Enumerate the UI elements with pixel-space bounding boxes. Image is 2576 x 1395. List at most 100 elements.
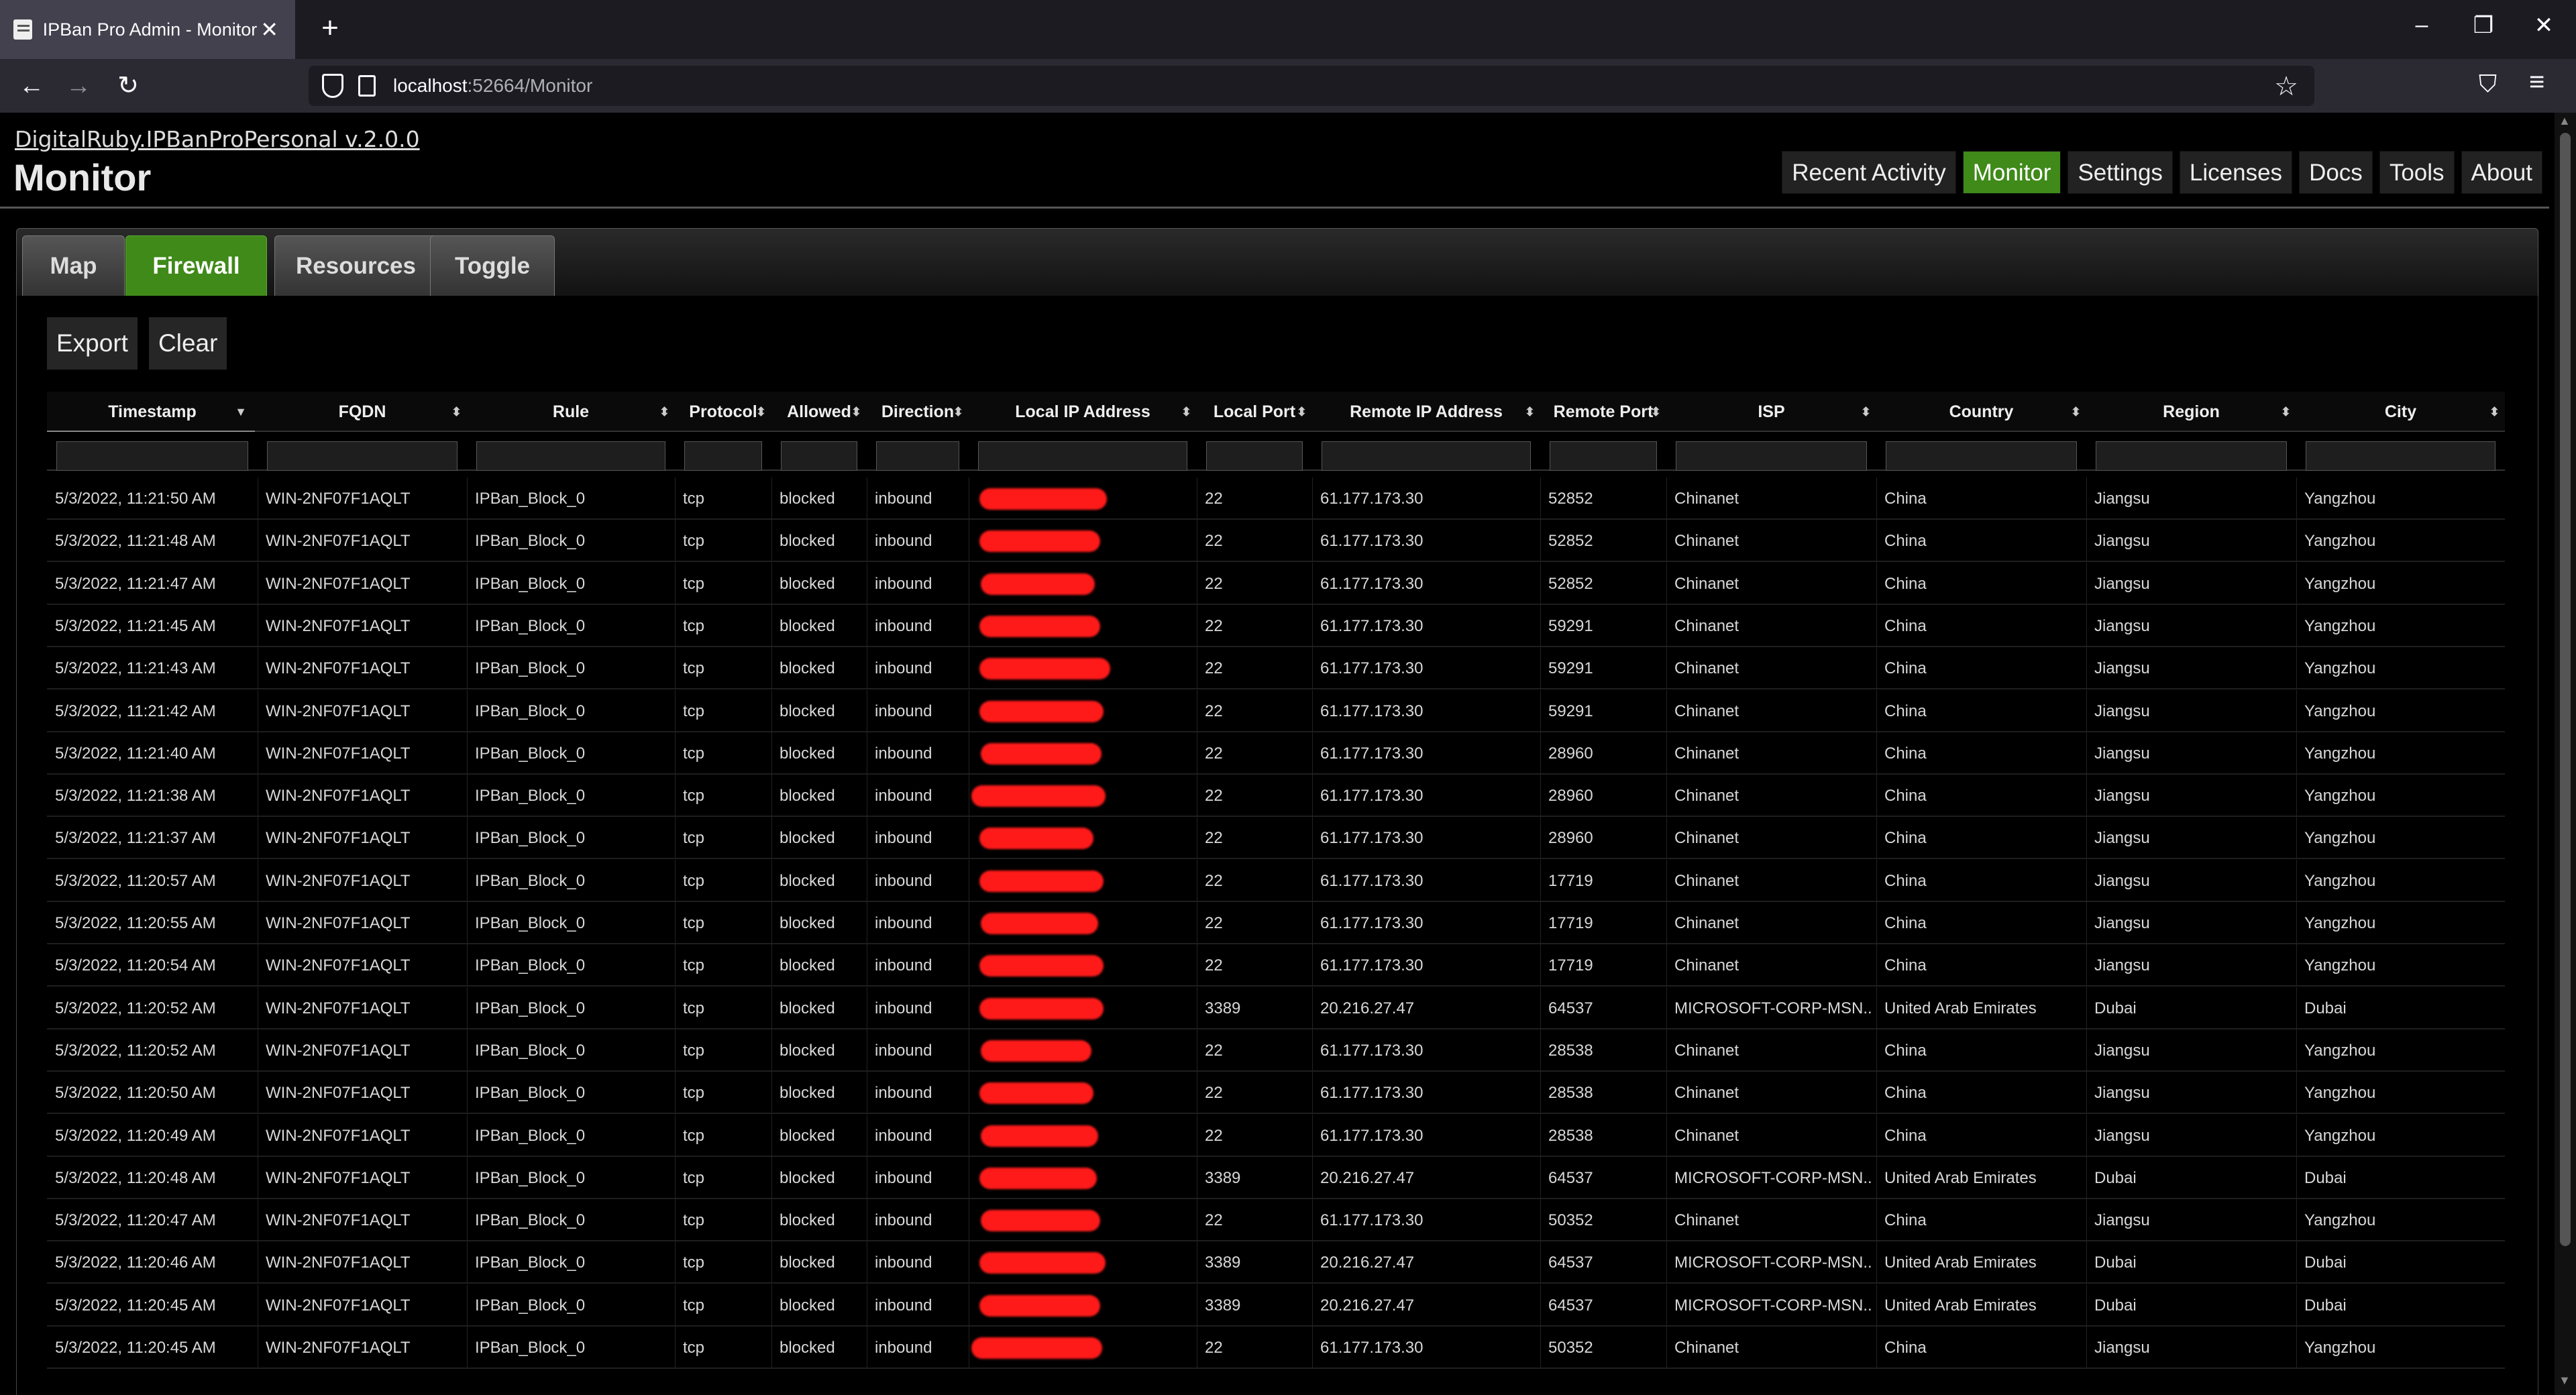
column-header-local-ip-address[interactable]: Local IP Address ⬍ [969, 392, 1197, 432]
sort-descending-icon[interactable]: ▼ [235, 392, 247, 432]
close-tab-icon[interactable]: ✕ [257, 17, 282, 42]
table-row[interactable]: 5/3/2022, 11:20:52 AM WIN-2NF07F1AQLT IPBa… [47, 987, 2505, 1029]
table-row[interactable]: 5/3/2022, 11:20:47 AM WIN-2NF07F1AQLT IPBa… [47, 1199, 2505, 1242]
table-row[interactable]: 5/3/2022, 11:21:40 AM WIN-2NF07F1AQLT IPBa… [47, 732, 2505, 775]
close-window-button[interactable]: ✕ [2524, 12, 2564, 39]
table-row[interactable]: 5/3/2022, 11:20:46 AM WIN-2NF07F1AQLT IPBa… [47, 1241, 2505, 1284]
sort-icon[interactable]: ⬍ [451, 392, 462, 432]
sort-icon[interactable]: ⬍ [659, 392, 669, 432]
table-row[interactable]: 5/3/2022, 11:20:45 AM WIN-2NF07F1AQLT IPBa… [47, 1284, 2505, 1327]
sort-icon[interactable]: ⬍ [851, 392, 861, 432]
new-tab-button[interactable]: + [314, 13, 346, 46]
tab-resources[interactable]: Resources [274, 235, 437, 297]
table-row[interactable]: 5/3/2022, 11:20:57 AM WIN-2NF07F1AQLT IPBa… [47, 859, 2505, 902]
column-header-fqdn[interactable]: FQDN ⬍ [258, 392, 467, 432]
tab-map[interactable]: Map [22, 235, 125, 297]
table-row[interactable]: 5/3/2022, 11:21:47 AM WIN-2NF07F1AQLT IPBa… [47, 562, 2505, 605]
nav-monitor[interactable]: Monitor [1962, 151, 2061, 194]
filter-input-timestamp[interactable] [56, 441, 248, 471]
nav-tools[interactable]: Tools [2379, 151, 2455, 194]
filter-input-isp[interactable] [1676, 441, 1867, 471]
tab-firewall[interactable]: Firewall [125, 235, 267, 297]
column-header-isp[interactable]: ISP ⬍ [1666, 392, 1876, 432]
nav-licenses[interactable]: Licenses [2179, 151, 2293, 194]
column-header-direction[interactable]: Direction ⬍ [867, 392, 969, 432]
page-info-icon[interactable] [358, 75, 376, 97]
menu-icon[interactable]: ≡ [2529, 67, 2544, 97]
table-row[interactable]: 5/3/2022, 11:20:48 AM WIN-2NF07F1AQLT IPBa… [47, 1156, 2505, 1199]
back-button[interactable]: ← [16, 71, 47, 102]
page-scrollbar[interactable]: ▲ ▼ [2555, 113, 2576, 1395]
forward-button[interactable]: → [63, 71, 94, 102]
browser-tab[interactable]: IPBan Pro Admin - Monitor ✕ [0, 0, 295, 59]
address-bar[interactable]: localhost:52664/Monitor ☆ [309, 66, 2314, 106]
url-text[interactable]: localhost:52664/Monitor [393, 75, 592, 97]
column-header-local-port[interactable]: Local Port ⬍ [1197, 392, 1312, 432]
sort-icon[interactable]: ⬍ [953, 392, 963, 432]
table-row[interactable]: 5/3/2022, 11:21:45 AM WIN-2NF07F1AQLT IPBa… [47, 604, 2505, 647]
table-row[interactable]: 5/3/2022, 11:20:52 AM WIN-2NF07F1AQLT IPBa… [47, 1029, 2505, 1072]
tracking-shield-icon[interactable] [322, 74, 343, 98]
filter-input-remote-port[interactable] [1550, 441, 1657, 471]
filter-input-remote-ip-address[interactable] [1322, 441, 1531, 471]
scrollbar-thumb[interactable] [2560, 133, 2571, 1246]
table-row[interactable]: 5/3/2022, 11:20:49 AM WIN-2NF07F1AQLT IPBa… [47, 1114, 2505, 1157]
table-row[interactable]: 5/3/2022, 11:20:54 AM WIN-2NF07F1AQLT IPBa… [47, 944, 2505, 987]
table-row[interactable]: 5/3/2022, 11:20:45 AM WIN-2NF07F1AQLT IPBa… [47, 1327, 2505, 1369]
sort-icon[interactable]: ⬍ [2489, 392, 2500, 432]
nav-docs[interactable]: Docs [2299, 151, 2373, 194]
sort-icon[interactable]: ⬍ [1861, 392, 1871, 432]
table-row[interactable]: 5/3/2022, 11:21:43 AM WIN-2NF07F1AQLT IPBa… [47, 647, 2505, 690]
filter-input-local-port[interactable] [1206, 441, 1303, 471]
filter-input-fqdn[interactable] [267, 441, 458, 471]
column-header-region[interactable]: Region ⬍ [2086, 392, 2296, 432]
app-version-link[interactable]: DigitalRuby.IPBanProPersonal v.2.0.0 [15, 126, 420, 152]
column-header-protocol[interactable]: Protocol ⬍ [675, 392, 771, 432]
column-header-timestamp[interactable]: Timestamp ▼ [47, 392, 258, 432]
clear-button[interactable]: Clear [149, 317, 227, 370]
filter-input-protocol[interactable] [684, 441, 762, 471]
column-divider [1876, 732, 1877, 775]
table-row[interactable]: 5/3/2022, 11:21:38 AM WIN-2NF07F1AQLT IPBa… [47, 775, 2505, 818]
sort-icon[interactable]: ⬍ [1525, 392, 1535, 432]
minimize-window-button[interactable]: – [2402, 12, 2442, 38]
tab-toggle[interactable]: Toggle [430, 235, 555, 297]
column-header-allowed[interactable]: Allowed ⬍ [771, 392, 867, 432]
nav-recent-activity[interactable]: Recent Activity [1782, 151, 1956, 194]
filter-input-country[interactable] [1886, 441, 2077, 471]
nav-settings[interactable]: Settings [2068, 151, 2173, 194]
column-header-rule[interactable]: Rule ⬍ [467, 392, 675, 432]
nav-about[interactable]: About [2461, 151, 2542, 194]
filter-input-region[interactable] [2096, 441, 2287, 471]
cell-city: Yangzhou [2304, 574, 2376, 593]
table-row[interactable]: 5/3/2022, 11:21:37 AM WIN-2NF07F1AQLT IPBa… [47, 817, 2505, 860]
column-header-city[interactable]: City ⬍ [2296, 392, 2505, 432]
filter-input-direction[interactable] [876, 441, 959, 471]
sort-icon[interactable]: ⬍ [1181, 392, 1191, 432]
column-header-remote-ip-address[interactable]: Remote IP Address ⬍ [1312, 392, 1540, 432]
column-divider [2296, 1156, 2297, 1199]
pocket-icon[interactable]: ⛉ [2479, 70, 2497, 99]
scroll-up-arrow-icon[interactable]: ▲ [2559, 114, 2571, 128]
column-header-remote-port[interactable]: Remote Port ⬍ [1540, 392, 1666, 432]
table-row[interactable]: 5/3/2022, 11:20:55 AM WIN-2NF07F1AQLT IPBa… [47, 902, 2505, 944]
bookmark-star-icon[interactable]: ☆ [2274, 71, 2298, 102]
table-row[interactable]: 5/3/2022, 11:21:48 AM WIN-2NF07F1AQLT IPBa… [47, 520, 2505, 563]
column-header-country[interactable]: Country ⬍ [1876, 392, 2086, 432]
sort-icon[interactable]: ⬍ [1651, 392, 1661, 432]
table-row[interactable]: 5/3/2022, 11:21:42 AM WIN-2NF07F1AQLT IPBa… [47, 689, 2505, 732]
sort-icon[interactable]: ⬍ [2281, 392, 2291, 432]
filter-input-city[interactable] [2306, 441, 2496, 471]
sort-icon[interactable]: ⬍ [756, 392, 766, 432]
filter-input-rule[interactable] [476, 441, 665, 471]
sort-icon[interactable]: ⬍ [2071, 392, 2081, 432]
sort-icon[interactable]: ⬍ [1297, 392, 1307, 432]
scroll-down-arrow-icon[interactable]: ▼ [2559, 1374, 2571, 1388]
filter-input-allowed[interactable] [781, 441, 857, 471]
filter-input-local-ip-address[interactable] [978, 441, 1187, 471]
table-row[interactable]: 5/3/2022, 11:21:50 AM WIN-2NF07F1AQLT IPBa… [47, 478, 2505, 520]
export-button[interactable]: Export [47, 317, 138, 370]
reload-button[interactable]: ↻ [113, 71, 144, 102]
table-row[interactable]: 5/3/2022, 11:20:50 AM WIN-2NF07F1AQLT IPBa… [47, 1072, 2505, 1115]
restore-window-button[interactable]: ❐ [2463, 12, 2504, 39]
